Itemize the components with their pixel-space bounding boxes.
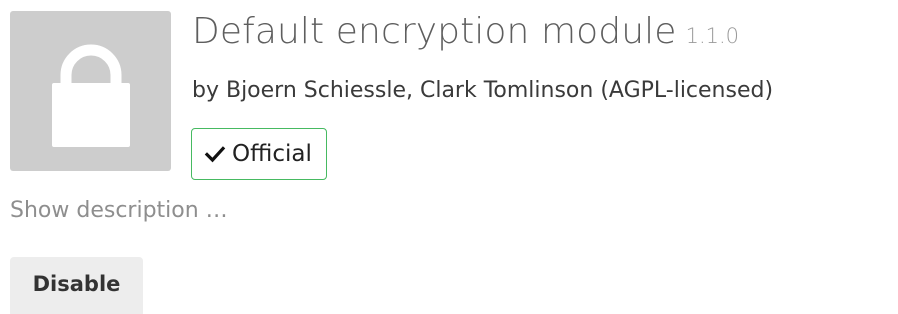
app-name: Default encryption module (192, 11, 677, 52)
show-description-link[interactable]: Show description … (10, 198, 228, 223)
app-version: 1.1.0 (685, 24, 740, 48)
lock-icon (52, 44, 130, 147)
official-badge: Official (191, 128, 327, 180)
disable-button[interactable]: Disable (10, 257, 143, 314)
app-icon-tile (10, 11, 171, 171)
official-badge-label: Official (232, 141, 312, 167)
app-title: Default encryption module 1.1.0 (192, 11, 739, 63)
check-icon (204, 146, 226, 163)
app-card: Default encryption module 1.1.0 by Bjoer… (0, 0, 898, 314)
app-author: by Bjoern Schiessle, Clark Tomlinson (AG… (192, 78, 774, 103)
